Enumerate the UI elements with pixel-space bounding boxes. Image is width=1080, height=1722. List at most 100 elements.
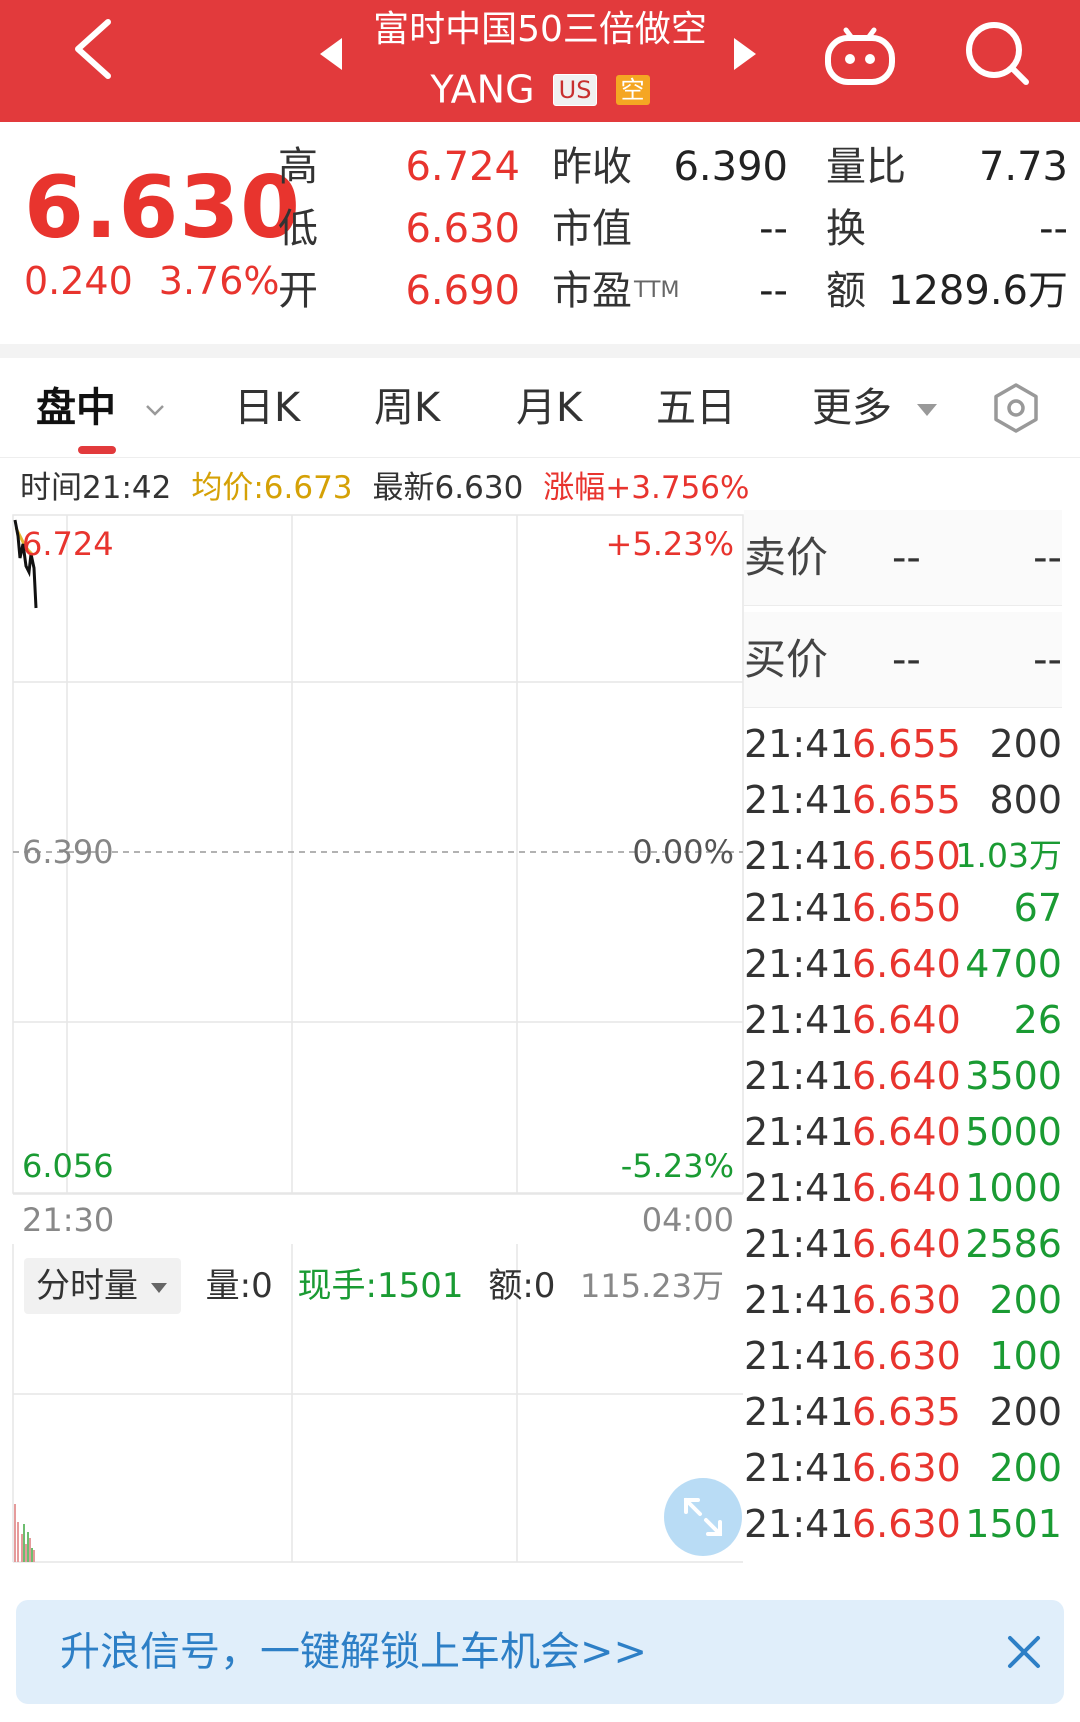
tick-time: 21:41 bbox=[744, 1278, 854, 1322]
tick-row: 21:41 6.640 3500 bbox=[744, 1048, 1062, 1104]
tick-time: 21:41 bbox=[744, 722, 854, 766]
market-cap-label: 市值 bbox=[552, 206, 632, 252]
tick-price: 6.650 bbox=[852, 834, 961, 878]
stock-symbol: YANG bbox=[430, 67, 535, 112]
amount-value: 1289.6万 bbox=[888, 268, 1068, 314]
next-arrow-icon[interactable] bbox=[730, 34, 760, 74]
close-icon[interactable] bbox=[1002, 1630, 1046, 1674]
low-label: 低 bbox=[278, 206, 318, 252]
info-latest: 最新6.630 bbox=[372, 470, 524, 506]
stock-title: 富时中国50三倍做空 bbox=[373, 9, 707, 50]
tick-row: 21:41 6.635 200 bbox=[744, 1384, 1062, 1440]
tick-qty: 1.03万 bbox=[955, 836, 1062, 875]
buy-row: 买价 -- -- bbox=[744, 612, 1062, 708]
tick-price: 6.640 bbox=[852, 998, 961, 1042]
tick-row: 21:41 6.650 67 bbox=[744, 880, 1062, 936]
low-value: 6.630 bbox=[405, 206, 520, 252]
tick-price: 6.630 bbox=[852, 1334, 961, 1378]
y-axis-bottom-price: 6.056 bbox=[22, 1147, 114, 1185]
settings-hexagon-icon[interactable] bbox=[990, 382, 1042, 434]
expand-chart-button[interactable] bbox=[664, 1478, 742, 1556]
tick-time: 21:41 bbox=[744, 942, 854, 986]
tick-time: 21:41 bbox=[744, 1390, 854, 1434]
tab-more[interactable]: 更多 bbox=[812, 380, 939, 436]
tick-qty: 67 bbox=[1013, 886, 1062, 930]
tick-time: 21:41 bbox=[744, 998, 854, 1042]
book-bottom-mask bbox=[744, 1546, 1062, 1568]
tick-price: 6.630 bbox=[852, 1502, 961, 1546]
tick-qty: 3500 bbox=[965, 1054, 1062, 1098]
prev-close-label: 昨收 bbox=[552, 144, 632, 190]
pe-label: 市盈TTM bbox=[552, 266, 679, 316]
tab-intraday-label: 盘中 bbox=[36, 385, 116, 431]
tick-time: 21:41 bbox=[744, 1502, 854, 1546]
volume-amount: 额:0 bbox=[488, 1266, 556, 1306]
quote-panel: 6.630 0.240 3.76% 高 低 开 6.724 6.630 6.690… bbox=[0, 122, 1080, 350]
vol-ratio-value: 7.73 bbox=[978, 144, 1068, 190]
market-tag: US bbox=[552, 73, 598, 106]
tab-five-day[interactable]: 五日 bbox=[656, 380, 736, 436]
volume-max: 115.23万 bbox=[580, 1267, 724, 1305]
tick-price: 6.640 bbox=[852, 1222, 961, 1266]
current-hand: 现手:1501 bbox=[297, 1266, 464, 1306]
volume-selector[interactable]: 分时量 bbox=[24, 1258, 181, 1314]
buy-label: 买价 bbox=[744, 635, 829, 684]
intraday-chart[interactable]: 6.724 +5.23% 6.390 0.00% 6.056 -5.23% 21… bbox=[12, 514, 744, 1564]
tick-time: 21:41 bbox=[744, 834, 854, 878]
tab-month-k[interactable]: 月K bbox=[516, 380, 582, 436]
y-axis-top-pct: +5.23% bbox=[605, 525, 734, 563]
tick-qty: 4700 bbox=[965, 942, 1062, 986]
pe-ttm-sup: TTM bbox=[634, 278, 680, 303]
tick-row: 21:41 6.640 26 bbox=[744, 992, 1062, 1048]
vol-ratio-label: 量比 bbox=[826, 144, 906, 190]
tab-intraday[interactable]: 盘中 bbox=[36, 380, 166, 436]
search-icon[interactable] bbox=[958, 16, 1034, 92]
tick-qty: 100 bbox=[989, 1334, 1062, 1378]
sell-row: 卖价 -- -- bbox=[744, 510, 1062, 606]
section-divider bbox=[0, 344, 1080, 358]
open-label: 开 bbox=[278, 268, 318, 314]
tick-price: 6.640 bbox=[852, 1054, 961, 1098]
tick-price: 6.635 bbox=[852, 1390, 961, 1434]
tick-row: 21:41 6.640 4700 bbox=[744, 936, 1062, 992]
buy-qty: -- bbox=[1033, 637, 1062, 683]
tick-price: 6.640 bbox=[852, 1166, 961, 1210]
back-icon[interactable] bbox=[64, 14, 124, 84]
tick-row: 21:41 6.640 1000 bbox=[744, 1160, 1062, 1216]
tick-row: 21:41 6.640 5000 bbox=[744, 1104, 1062, 1160]
tick-row: 21:41 6.640 2586 bbox=[744, 1216, 1062, 1272]
tick-time: 21:41 bbox=[744, 1166, 854, 1210]
tick-price: 6.655 bbox=[852, 722, 961, 766]
info-avg-price: 均价:6.673 bbox=[191, 470, 353, 506]
volume-selector-label: 分时量 bbox=[36, 1266, 138, 1306]
sell-price: -- bbox=[892, 535, 921, 581]
tick-qty: 800 bbox=[989, 778, 1062, 822]
prev-arrow-icon[interactable] bbox=[316, 34, 346, 74]
tick-row: 21:41 6.650 1.03万 bbox=[744, 828, 1062, 884]
buy-price: -- bbox=[892, 637, 921, 683]
last-price: 6.630 bbox=[24, 158, 302, 258]
tick-time: 21:41 bbox=[744, 886, 854, 930]
pe-label-text: 市盈 bbox=[552, 268, 632, 314]
sell-qty: -- bbox=[1033, 535, 1062, 581]
tick-price: 6.630 bbox=[852, 1446, 961, 1490]
tick-row: 21:41 6.655 800 bbox=[744, 772, 1062, 828]
info-time: 时间21:42 bbox=[20, 470, 172, 506]
change-percent: 3.76% bbox=[158, 259, 280, 303]
tick-time: 21:41 bbox=[744, 1110, 854, 1154]
y-axis-top-price: 6.724 bbox=[22, 525, 114, 563]
prev-close-value: 6.390 bbox=[673, 144, 788, 190]
active-tab-indicator bbox=[78, 446, 116, 454]
order-book: 卖价 -- -- 买价 -- -- 21:41 6.655 200 21:41 6.6… bbox=[744, 510, 1062, 1568]
tick-price: 6.630 bbox=[852, 1278, 961, 1322]
robot-icon[interactable] bbox=[822, 16, 898, 92]
tab-week-k[interactable]: 周K bbox=[374, 380, 440, 436]
high-value: 6.724 bbox=[405, 144, 520, 190]
stock-subtitle: YANG US 空 bbox=[360, 62, 720, 115]
tick-row: 21:41 6.655 200 bbox=[744, 716, 1062, 772]
tab-day-k[interactable]: 日K bbox=[234, 380, 300, 436]
high-label: 高 bbox=[278, 144, 318, 190]
tick-qty: 1501 bbox=[965, 1502, 1062, 1546]
promo-banner[interactable]: 升浪信号，一键解锁上车机会>> bbox=[16, 1600, 1064, 1704]
tick-qty: 1000 bbox=[965, 1166, 1062, 1210]
